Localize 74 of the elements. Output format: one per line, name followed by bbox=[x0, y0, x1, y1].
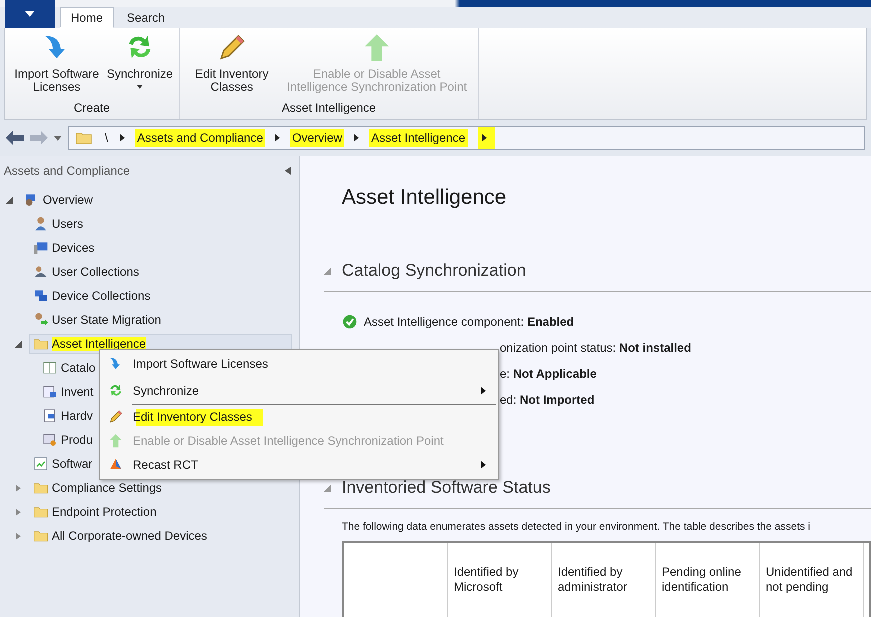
breadcrumb-item[interactable]: Overview bbox=[290, 129, 344, 147]
section-heading: Inventoried Software Status bbox=[342, 477, 551, 499]
status-text: e: Not Applicable bbox=[499, 367, 597, 381]
tree-item[interactable]: Overview bbox=[20, 190, 98, 210]
user-arrow-icon bbox=[33, 312, 49, 328]
chevron-icon[interactable] bbox=[478, 127, 494, 149]
tree-item[interactable]: Device Collections bbox=[29, 286, 155, 306]
sync-icon bbox=[108, 382, 124, 398]
breadcrumb-item[interactable]: \ bbox=[103, 129, 110, 147]
app-menu-button[interactable] bbox=[5, 0, 55, 28]
description-text: The following data enumerates assets detected in your environment. The table describes the assets i bbox=[342, 521, 812, 533]
chart-icon bbox=[33, 456, 49, 472]
menu-item[interactable]: Synchronize bbox=[100, 376, 498, 405]
tree-item[interactable]: Compliance Settings bbox=[29, 478, 166, 498]
status-text: onization point status: Not installed bbox=[499, 341, 692, 355]
collapsed-icon[interactable] bbox=[15, 484, 22, 492]
pencil-icon bbox=[108, 409, 124, 425]
menu-item[interactable]: Import Software Licenses bbox=[100, 352, 498, 376]
expanded-icon[interactable] bbox=[6, 196, 13, 204]
breadcrumb-item[interactable]: Asset Intelligence bbox=[369, 129, 468, 147]
section-heading: Catalog Synchronization bbox=[342, 260, 526, 282]
submenu-arrow-icon bbox=[481, 386, 486, 394]
check-icon bbox=[342, 314, 358, 330]
users-icon bbox=[33, 264, 49, 280]
computers-icon bbox=[33, 288, 49, 304]
column-header: Unidentified and not pending bbox=[766, 565, 853, 594]
tree-item[interactable]: All Corporate-owned Devices bbox=[29, 526, 212, 546]
column-header: Pending online identification bbox=[662, 565, 742, 594]
submenu-arrow-icon bbox=[481, 461, 486, 469]
book-icon bbox=[42, 360, 58, 376]
chevron-icon[interactable] bbox=[275, 134, 280, 142]
ribbon-tab[interactable]: Home bbox=[60, 7, 114, 28]
breadcrumb-item[interactable]: Assets and Compliance bbox=[135, 129, 266, 147]
column-header: Identified by Microsoft bbox=[454, 565, 519, 594]
ribbon-tab[interactable]: Search bbox=[116, 7, 176, 28]
group-label: Asset Intelligence bbox=[282, 101, 376, 117]
status-text: ed: Not Imported bbox=[499, 393, 595, 407]
column-header: Identified by administrator bbox=[558, 565, 628, 594]
back-button[interactable] bbox=[6, 131, 24, 145]
pane-title: Assets and Compliance bbox=[4, 164, 130, 178]
chevron-icon[interactable] bbox=[354, 134, 360, 142]
tree-item[interactable]: Users bbox=[29, 214, 88, 234]
user-icon bbox=[33, 216, 49, 232]
ribbon-button[interactable]: Synchronize bbox=[107, 32, 174, 89]
tree-item[interactable]: Devices bbox=[29, 238, 99, 258]
collapsed-icon[interactable] bbox=[15, 532, 22, 540]
tree-item[interactable]: Endpoint Protection bbox=[29, 502, 161, 522]
page-title: Asset Intelligence bbox=[342, 185, 508, 211]
caret-icon bbox=[25, 11, 35, 17]
document-icon bbox=[42, 432, 58, 448]
caret-icon[interactable] bbox=[54, 136, 62, 140]
up-arrow-icon bbox=[108, 433, 124, 449]
chevron-icon[interactable] bbox=[120, 134, 126, 142]
tree-item[interactable]: User Collections bbox=[29, 262, 144, 282]
tree-item[interactable]: Hardv bbox=[38, 406, 98, 426]
menu-item[interactable]: Recast RCT bbox=[100, 453, 498, 477]
document-icon bbox=[42, 408, 58, 424]
status-text: Asset Intelligence component: Enabled bbox=[364, 315, 574, 329]
ribbon-button[interactable]: Edit Inventory Classes bbox=[186, 32, 278, 94]
tree-item[interactable]: Invent bbox=[38, 382, 98, 402]
caret-icon bbox=[137, 85, 144, 89]
document-icon bbox=[42, 384, 58, 400]
expanded-icon[interactable] bbox=[15, 340, 22, 348]
tree-item[interactable]: Produ bbox=[38, 430, 98, 450]
expanded-icon[interactable] bbox=[324, 484, 331, 492]
group-label: Create bbox=[74, 101, 110, 117]
tree-item[interactable]: User State Migration bbox=[29, 310, 166, 330]
computer-icon bbox=[33, 240, 49, 256]
ribbon-button[interactable]: Import Software Licenses bbox=[11, 32, 103, 94]
tree-item[interactable]: Softwar bbox=[29, 454, 97, 474]
collapse-icon[interactable] bbox=[285, 167, 291, 175]
expanded-icon[interactable] bbox=[324, 268, 331, 274]
collapsed-icon[interactable] bbox=[15, 508, 22, 516]
tree-item[interactable]: Catalo bbox=[38, 358, 100, 378]
